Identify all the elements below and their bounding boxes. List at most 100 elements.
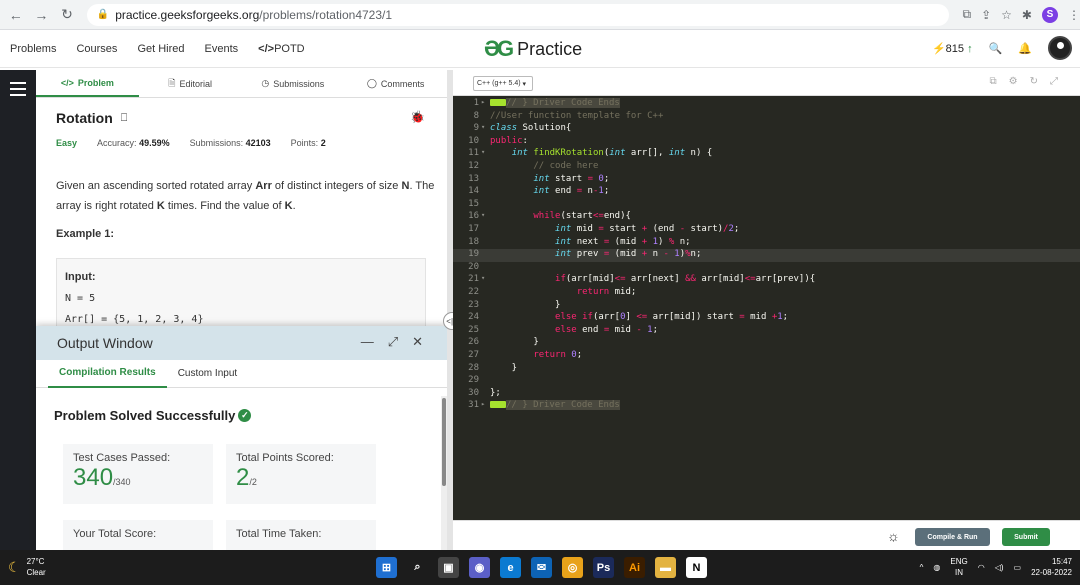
address-bar[interactable]: 🔒 practice.geeksforgeeks.org/problems/ro… <box>86 3 949 26</box>
gfg-logo[interactable]: ƏG Practice <box>484 36 582 62</box>
tab-problem[interactable]: </> Problem <box>36 70 139 97</box>
bookmark-star-icon[interactable]: ☆ <box>1001 8 1012 22</box>
sidebar-strip <box>0 70 36 550</box>
tab-label: Problem <box>77 77 114 88</box>
tab-compilation-results[interactable]: Compilation Results <box>48 360 167 388</box>
nav-courses[interactable]: Courses <box>76 43 117 55</box>
test-cases-card: Test Cases Passed: 340/340 <box>63 444 213 504</box>
card-total: /340 <box>113 477 131 487</box>
reset-icon[interactable]: ↻ <box>1030 76 1038 87</box>
lightbulb-icon[interactable]: ☼ <box>887 528 900 544</box>
tab-editorial[interactable]: 🗎 Editorial <box>139 70 242 97</box>
example-heading: Example 1: <box>56 228 115 240</box>
points-card: Total Points Scored: 2/2 <box>226 444 376 504</box>
weather-widget[interactable]: ☾ 27°C Clear <box>8 556 46 578</box>
moon-icon: ☾ <box>8 558 21 575</box>
illustrator-icon[interactable]: Ai <box>624 557 645 578</box>
nav-events[interactable]: Events <box>205 43 239 55</box>
bug-report-icon[interactable]: 🐞 <box>410 110 425 124</box>
bookmark-icon[interactable]: ⎕ <box>121 112 128 125</box>
code-line: 21 ▾ if(arr[mid]<= arr[next] && arr[mid]<… <box>468 274 816 285</box>
nav-get-hired[interactable]: Get Hired <box>137 43 184 55</box>
minimize-icon[interactable]: — <box>361 334 374 350</box>
problem-title: Rotation <box>56 110 113 126</box>
document-icon: 🗎 <box>168 77 176 88</box>
lock-icon: 🔒 <box>96 9 110 20</box>
code-line: 27 return 0; <box>468 350 583 360</box>
accuracy: Accuracy: 49.59% <box>97 138 170 148</box>
card-label: Total Time Taken: <box>236 528 322 540</box>
streak-value: 815 <box>945 42 965 55</box>
tab-custom-input[interactable]: Custom Input <box>167 360 248 388</box>
code-line: 1 ▸// } Driver Code Ends <box>473 98 620 108</box>
expand-icon[interactable]: ⤢ <box>388 334 398 350</box>
volume-icon[interactable]: ◁) <box>995 563 1004 572</box>
chevron-up-icon[interactable]: ^ <box>920 563 924 572</box>
share-icon[interactable]: ⇪ <box>981 8 991 22</box>
teams-icon[interactable]: ◉ <box>469 557 490 578</box>
submit-button[interactable]: Submit <box>1002 528 1050 546</box>
user-avatar[interactable] <box>1048 36 1072 60</box>
tab-comments[interactable]: ◯ Comments <box>344 70 447 97</box>
comment-icon: ◯ <box>366 78 377 88</box>
notion-icon[interactable]: N <box>686 557 707 578</box>
input-label: Input: <box>65 271 96 283</box>
code-line: 8//User function template for C++ <box>473 110 664 121</box>
url-path: /problems/rotation4723/1 <box>259 7 393 22</box>
input-line: N = 5 <box>65 293 96 304</box>
search-icon[interactable]: 🔍 <box>989 42 1003 55</box>
profile-avatar[interactable]: S <box>1041 6 1058 23</box>
close-icon[interactable]: ✕ <box>412 334 423 350</box>
code-editor[interactable]: 1 ▸// } Driver Code Ends 8//User function… <box>453 96 1080 520</box>
language-select[interactable]: C++ (g++ 5.4) ▾ <box>473 76 533 91</box>
editor-actions: ☼ Compile & Run Submit <box>453 520 1080 550</box>
edge-icon[interactable]: e <box>500 557 521 578</box>
output-window-header: Output Window — ⤢ ✕ <box>36 326 447 360</box>
settings-icon[interactable]: ⚙ <box>1009 76 1018 87</box>
problem-description: Given an ascending sorted rotated array … <box>56 180 435 212</box>
code-line: 24 else if(arr[0] <= arr[mid]) start = m… <box>468 312 789 323</box>
code-line: 18 int next = (mid + 1) % n; <box>468 236 691 247</box>
language-indicator[interactable]: ENG IN <box>950 556 967 578</box>
problem-panel: Rotation ⎕ 🐞 Easy Accuracy: 49.59% Submi… <box>36 98 447 328</box>
code-line: 10 public: <box>468 135 528 146</box>
problem-meta: Easy Accuracy: 49.59% Submissions: 42103… <box>56 138 326 148</box>
extensions-icon[interactable]: ✱ <box>1022 8 1032 22</box>
clock[interactable]: 15:47 22-08-2022 <box>1031 556 1072 578</box>
nav-potd[interactable]: </>POTD <box>258 43 304 55</box>
tray-app-icon[interactable]: ◍ <box>933 563 940 572</box>
tab-label: Submissions <box>273 78 325 89</box>
status-text: Problem Solved Successfully <box>54 408 236 423</box>
reload-icon[interactable]: ↻ <box>57 5 77 25</box>
battery-icon[interactable]: ▭ <box>1014 563 1022 572</box>
forward-icon[interactable]: → <box>32 5 52 25</box>
photoshop-icon[interactable]: Ps <box>593 557 614 578</box>
chrome-icon[interactable]: ◎ <box>562 557 583 578</box>
bell-icon[interactable]: 🔔 <box>1018 42 1032 55</box>
tab-submissions[interactable]: ◷ Submissions <box>242 70 345 97</box>
translate-icon[interactable]: ⧉ <box>963 7 972 22</box>
task-view-icon[interactable]: ▣ <box>438 557 459 578</box>
code-line: 22 return mid; <box>468 287 637 297</box>
wifi-icon[interactable]: ◠ <box>978 563 985 572</box>
nav-problems[interactable]: Problems <box>10 43 56 55</box>
code-line: 23 } <box>468 299 561 310</box>
points: Points: 2 <box>290 138 326 148</box>
search-icon[interactable]: ⌕ <box>407 557 428 578</box>
windows-start-icon[interactable]: ⊞ <box>376 557 397 578</box>
streak-counter[interactable]: ⚡815 ↑ <box>932 42 973 55</box>
browser-toolbar: ← → ↻ 🔒 practice.geeksforgeeks.org/probl… <box>0 0 1080 30</box>
output-tabs: Compilation Results Custom Input <box>36 360 447 388</box>
back-icon[interactable]: ← <box>6 5 26 25</box>
file-explorer-icon[interactable]: ▬ <box>655 557 676 578</box>
menu-dots-icon[interactable]: ⋮ <box>1068 8 1080 22</box>
code-line: 30}; <box>468 387 501 398</box>
compile-run-button[interactable]: Compile & Run <box>915 528 990 546</box>
copy-icon[interactable]: ⧉ <box>990 76 997 87</box>
code-line: 20 <box>468 261 479 272</box>
code-line: 16 ▾ while(start<=end){ <box>468 211 631 222</box>
mail-icon[interactable]: ✉ <box>531 557 552 578</box>
fullscreen-icon[interactable]: ⤢ <box>1050 76 1058 87</box>
code-line: 29 <box>468 375 479 386</box>
hamburger-menu-icon[interactable] <box>10 82 26 100</box>
